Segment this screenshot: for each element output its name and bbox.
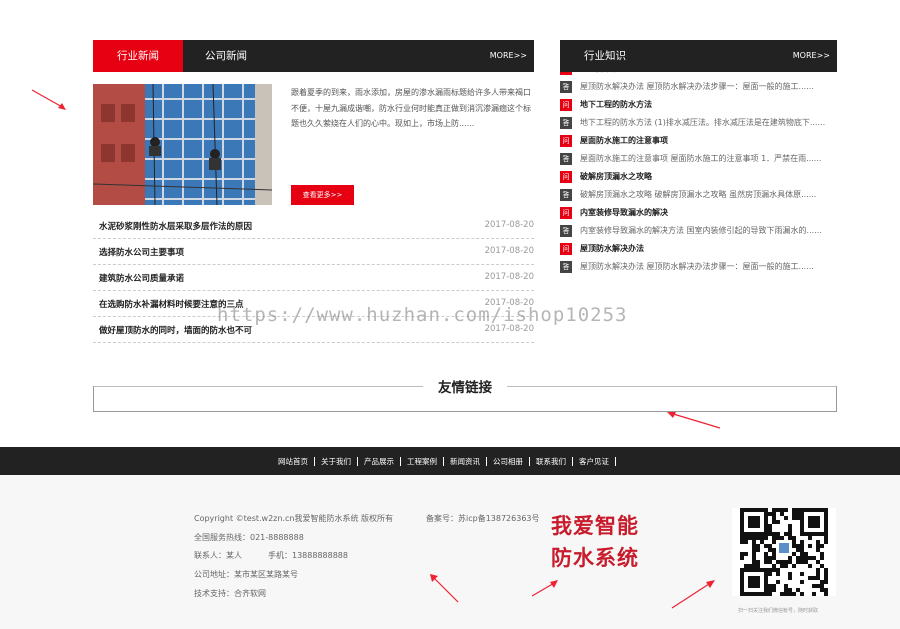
building-photo (93, 84, 272, 205)
question-badge: 问 (560, 135, 572, 147)
footer-nav-item[interactable]: 工程案例 (401, 456, 444, 466)
news-section: 行业新闻 公司新闻 MORE>> 跟着夏季的到来，雨水添加，房屋的渗水漏雨标题给… (93, 40, 534, 343)
news-tabbar: 行业新闻 公司新闻 MORE>> (93, 40, 534, 72)
answer-badge: 答 (560, 117, 572, 129)
answer-badge: 答 (560, 81, 572, 93)
qa-scroller: 问屋顶防水解决办法答屋顶防水解决办法 屋顶防水解决办法步骤一：屋面一般的施工..… (560, 72, 837, 276)
knowledge-tabbar: 行业知识 MORE>> (560, 40, 837, 72)
knowledge-more-link[interactable]: MORE>> (793, 40, 830, 72)
question-item[interactable]: 问内室装修导致漏水的解决 (560, 204, 837, 222)
feature-summary: 跟着夏季的到来，雨水添加，房屋的渗水漏雨标题给许多人带来褐口不便，十屋九漏成谐嘲… (291, 88, 531, 128)
answer-item[interactable]: 答破解房顶漏水之攻略 破解房顶漏水之攻略 虽然房顶漏水具体原...... (560, 186, 837, 204)
footer-nav-item[interactable]: 客户见证 (573, 456, 616, 466)
answer-snippet[interactable]: 破解房顶漏水之攻略 破解房顶漏水之攻略 虽然房顶漏水具体原...... (580, 190, 816, 199)
footer-nav-item[interactable]: 新闻资讯 (444, 456, 487, 466)
news-title[interactable]: 建筑防水公司质量承诺 (99, 272, 184, 284)
address-text: 公司地址：某市某区某路某号 (194, 570, 298, 579)
qr-code-icon (740, 508, 828, 596)
arrow-annotation-icon (531, 580, 558, 597)
answer-badge: 答 (560, 225, 572, 237)
answer-badge: 答 (560, 261, 572, 273)
answer-snippet[interactable]: 地下工程的防水方法 (1)排水减压法。排水减压法是在建筑物底下...... (580, 118, 825, 127)
answer-item[interactable]: 答内室装修导致漏水的解决方法 国室内装修引起的导致下雨漏水的...... (560, 222, 837, 240)
question-title[interactable]: 屋顶防水解决办法 (580, 72, 644, 73)
hotline-text: 全国服务热线：021-8888888 (194, 533, 304, 542)
answer-item[interactable]: 答屋面防水施工的注意事项 屋面防水施工的注意事项 1．严禁在雨...... (560, 150, 837, 168)
answer-snippet[interactable]: 屋顶防水解决办法 屋顶防水解决办法步骤一：屋面一般的施工...... (580, 262, 814, 271)
news-title[interactable]: 水泥砂浆刚性防水层采取多层作法的原因 (99, 220, 252, 232)
arrow-annotation-icon (31, 89, 66, 110)
question-item[interactable]: 问地下工程的防水方法 (560, 96, 837, 114)
question-badge: 问 (560, 99, 572, 111)
tab-company-news[interactable]: 公司新闻 (205, 40, 247, 72)
question-title[interactable]: 破解房顶漏水之攻略 (580, 172, 652, 181)
question-badge: 问 (560, 72, 572, 75)
tab-industry-knowledge[interactable]: 行业知识 (584, 40, 626, 72)
footer-nav-item[interactable]: 网站首页 (272, 456, 315, 466)
question-title[interactable]: 屋面防水施工的注意事项 (580, 136, 668, 145)
answer-badge: 答 (560, 153, 572, 165)
knowledge-section: 行业知识 MORE>> 问屋顶防水解决办法答屋顶防水解决办法 屋顶防水解决办法步… (560, 40, 837, 345)
news-date: 2017-08-20 (484, 272, 534, 282)
friend-links-title: 友情链接 (423, 376, 507, 396)
answer-item[interactable]: 答地下工程的防水方法 (1)排水减压法。排水减压法是在建筑物底下...... (560, 114, 837, 132)
watermark: https://www.huzhan.com/ishop10253 (217, 304, 628, 326)
list-item[interactable]: 选择防水公司主要事项 2017-08-20 (93, 239, 534, 265)
footer-nav-item[interactable]: 产品展示 (358, 456, 401, 466)
support-text[interactable]: 技术支持：合齐软网 (194, 588, 266, 599)
footer-nav-item[interactable]: 公司相册 (487, 456, 530, 466)
news-more-link[interactable]: MORE>> (490, 40, 527, 72)
feature-image[interactable] (93, 84, 272, 205)
qr-caption: 扫一扫关注我们微信帐号，随时获取 (738, 608, 819, 614)
brand-line: 我爱智能 (551, 514, 639, 538)
footer-nav-item[interactable]: 关于我们 (315, 456, 358, 466)
news-date: 2017-08-20 (484, 246, 534, 256)
answer-snippet[interactable]: 内室装修导致漏水的解决方法 国室内装修引起的导致下雨漏水的...... (580, 226, 822, 235)
question-title[interactable]: 屋顶防水解决办法 (580, 244, 644, 253)
copyright-text: Copyright ©test.w2zn.cn我爱智能防水系统 版权所有 (194, 514, 393, 523)
answer-item[interactable]: 答屋顶防水解决办法 屋顶防水解决办法步骤一：屋面一般的施工...... (560, 78, 837, 96)
question-title[interactable]: 内室装修导致漏水的解决 (580, 208, 668, 217)
brand-line: 防水系统 (551, 546, 639, 570)
tab-industry-news[interactable]: 行业新闻 (93, 40, 183, 72)
arrow-annotation-icon (671, 580, 715, 609)
footer-nav-item[interactable]: 联系我们 (530, 456, 573, 466)
news-date: 2017-08-20 (484, 220, 534, 230)
answer-snippet[interactable]: 屋面防水施工的注意事项 屋面防水施工的注意事项 1．严禁在雨...... (580, 154, 821, 163)
question-badge: 问 (560, 243, 572, 255)
arrow-annotation-icon (430, 574, 459, 603)
footer-nav: 网站首页 关于我们 产品展示 工程案例 新闻资讯 公司相册 联系我们 客户见证 (0, 447, 900, 475)
answer-item[interactable]: 答屋顶防水解决办法 屋顶防水解决办法步骤一：屋面一般的施工...... (560, 258, 837, 276)
arrow-annotation-icon (667, 412, 721, 429)
answer-badge: 答 (560, 189, 572, 201)
question-item[interactable]: 问屋面防水施工的注意事项 (560, 132, 837, 150)
mobile-text: 手机：13888888888 (268, 551, 348, 560)
news-title[interactable]: 选择防水公司主要事项 (99, 246, 184, 258)
view-more-button[interactable]: 查看更多>> (291, 185, 354, 205)
question-item[interactable]: 问屋顶防水解决办法 (560, 240, 837, 258)
question-badge: 问 (560, 207, 572, 219)
footer-nav-items: 网站首页 关于我们 产品展示 工程案例 新闻资讯 公司相册 联系我们 客户见证 (272, 447, 616, 475)
question-item[interactable]: 问破解房顶漏水之攻略 (560, 168, 837, 186)
icp-text[interactable]: 备案号：苏icp备138726363号 (426, 513, 540, 524)
contact-text: 联系人：某人 (194, 551, 242, 560)
qr-code (732, 508, 836, 596)
list-item[interactable]: 水泥砂浆刚性防水层采取多层作法的原因 2017-08-20 (93, 213, 534, 239)
answer-snippet[interactable]: 屋顶防水解决办法 屋顶防水解决办法步骤一：屋面一般的施工...... (580, 82, 814, 91)
list-item[interactable]: 建筑防水公司质量承诺 2017-08-20 (93, 265, 534, 291)
brand-logo: 我爱智能 防水系统 (551, 510, 639, 574)
question-title[interactable]: 地下工程的防水方法 (580, 100, 652, 109)
question-badge: 问 (560, 171, 572, 183)
